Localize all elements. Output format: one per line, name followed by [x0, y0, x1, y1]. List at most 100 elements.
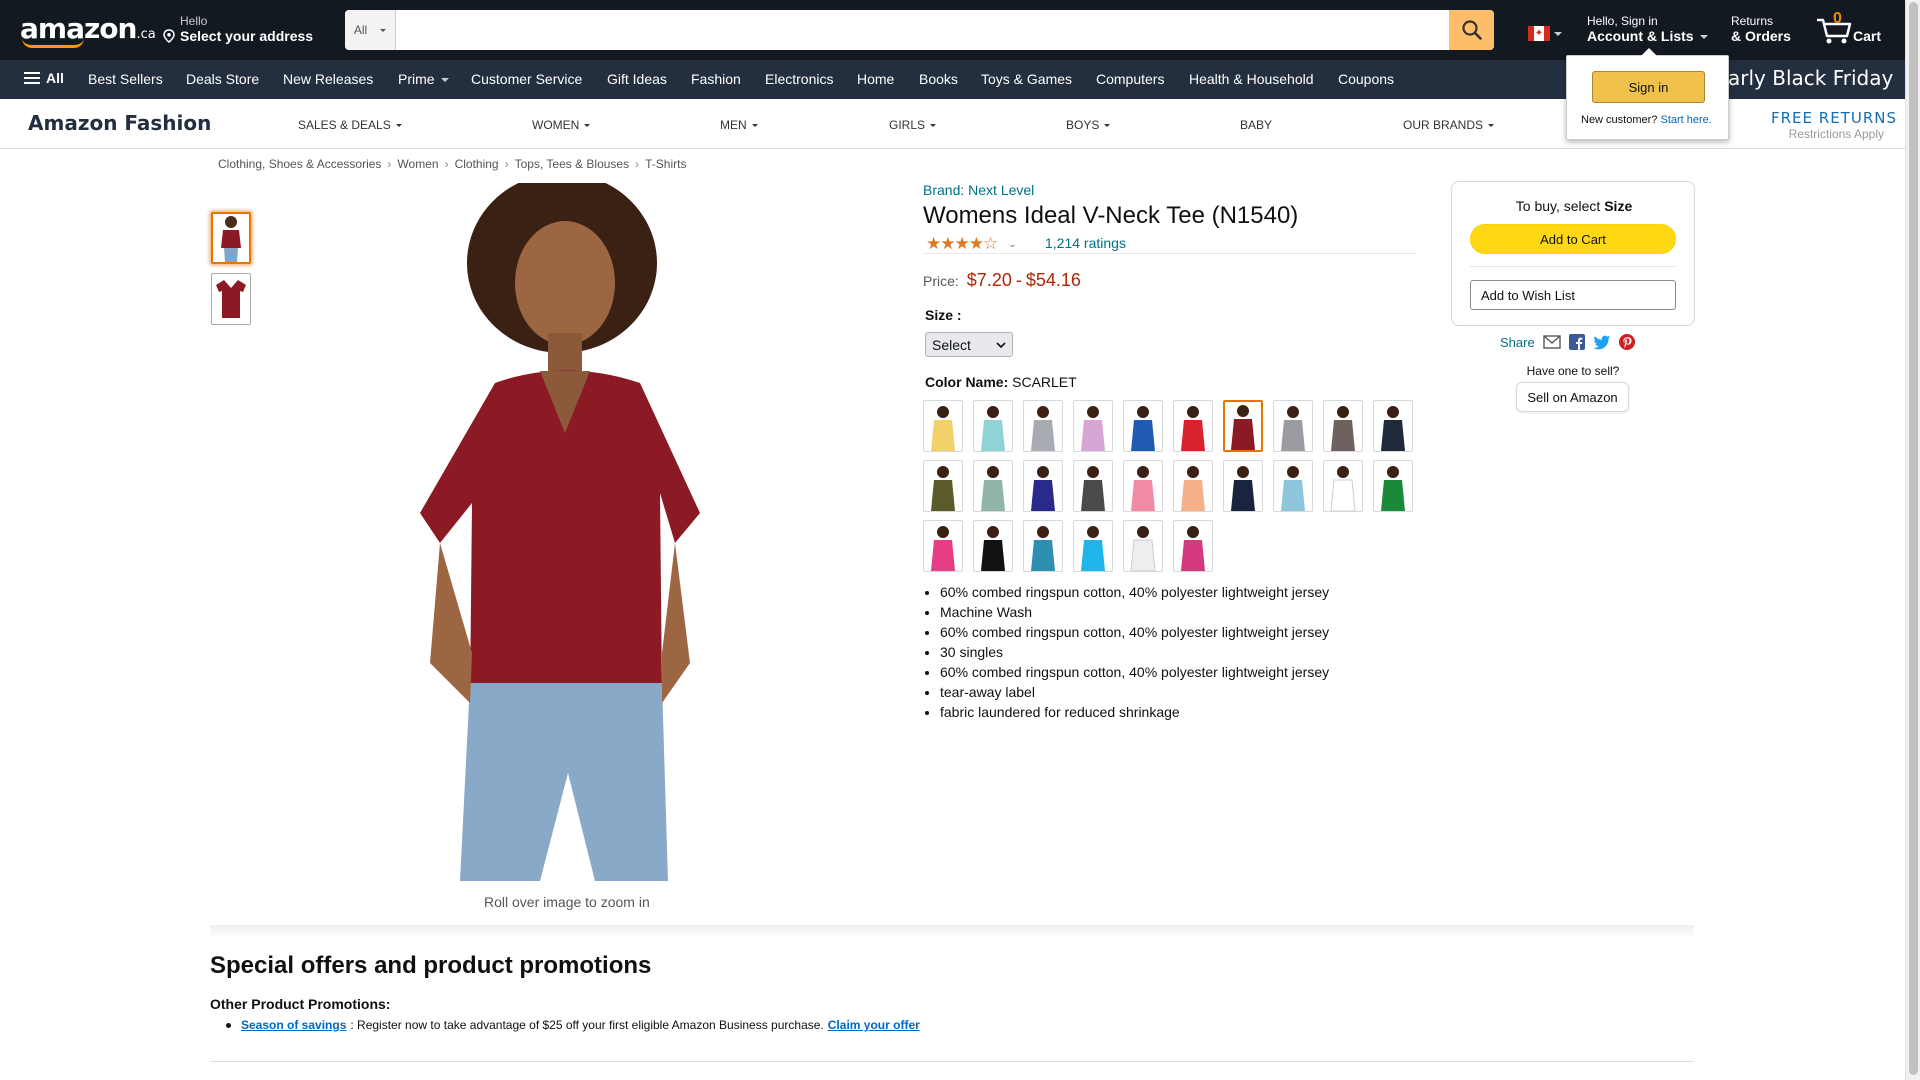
color-swatch[interactable] — [1323, 460, 1363, 512]
vertical-scrollbar[interactable] — [1905, 0, 1920, 1080]
season-of-savings-link[interactable]: Season of savings — [241, 1018, 346, 1032]
color-swatch[interactable] — [923, 400, 963, 452]
breadcrumb-item[interactable]: Women — [397, 157, 438, 171]
stars-icon: ★★★★☆ — [926, 234, 998, 253]
fashion-nav-men[interactable]: MEN — [720, 118, 758, 132]
color-swatch[interactable] — [1023, 520, 1063, 572]
search-category-dropdown[interactable]: All — [345, 10, 396, 50]
facebook-icon[interactable] — [1568, 334, 1585, 350]
color-swatch[interactable] — [1173, 460, 1213, 512]
add-to-wishlist-button[interactable]: Add to Wish List — [1470, 280, 1676, 310]
fashion-nav-sales-deals[interactable]: SALES & DEALS — [298, 118, 402, 132]
nav-item-health-household[interactable]: Health & Household — [1189, 71, 1314, 87]
color-swatch[interactable] — [1123, 520, 1163, 572]
claim-offer-link[interactable]: Claim your offer — [828, 1018, 920, 1032]
search-bar: All — [345, 10, 1494, 50]
fashion-nav-boys[interactable]: BOYS — [1066, 118, 1111, 132]
breadcrumb-item[interactable]: T-Shirts — [645, 157, 686, 171]
signin-button[interactable]: Sign in — [1592, 71, 1705, 103]
color-swatch[interactable] — [923, 520, 963, 572]
color-swatch[interactable] — [1123, 460, 1163, 512]
star-rating[interactable]: ★★★★☆ ⌄ — [926, 234, 1017, 254]
color-swatch[interactable] — [1273, 400, 1313, 452]
color-swatch[interactable] — [973, 520, 1013, 572]
ratings-count-link[interactable]: 1,214 ratings — [1045, 235, 1126, 251]
breadcrumb-item[interactable]: Tops, Tees & Blouses — [515, 157, 630, 171]
fashion-nav-girls[interactable]: GIRLS — [889, 118, 937, 132]
color-swatch[interactable] — [973, 460, 1013, 512]
pinterest-icon[interactable] — [1618, 334, 1635, 350]
nav-item-computers[interactable]: Computers — [1096, 71, 1164, 87]
scrollbar-thumb[interactable] — [1909, 2, 1918, 1075]
size-dropdown[interactable]: Select — [925, 332, 1013, 357]
breadcrumb-item[interactable]: Clothing — [455, 157, 499, 171]
cart-count: 0 — [1833, 10, 1842, 27]
all-menu-button[interactable]: All — [24, 70, 64, 86]
signin-flyout: Sign in New customer? Start here. — [1566, 48, 1729, 140]
bullet-icon — [226, 1022, 231, 1028]
color-swatch[interactable] — [1173, 520, 1213, 572]
swatch-model-image — [1181, 466, 1205, 511]
color-swatch[interactable] — [1123, 400, 1163, 452]
color-swatch[interactable] — [1223, 460, 1263, 512]
breadcrumb: Clothing, Shoes & Accessories › Women › Cl… — [218, 157, 687, 171]
nav-item-toys-games[interactable]: Toys & Games — [981, 71, 1072, 87]
twitter-icon[interactable] — [1593, 335, 1611, 350]
color-swatch[interactable] — [1173, 400, 1213, 452]
free-returns-banner[interactable]: FREE RETURNS Restrictions Apply — [1771, 109, 1896, 141]
nav-item-books[interactable]: Books — [919, 71, 958, 87]
chevron-down-icon — [584, 124, 591, 128]
nav-item-deals-store[interactable]: Deals Store — [186, 71, 259, 87]
color-swatch[interactable] — [1323, 400, 1363, 452]
email-icon[interactable] — [1543, 335, 1561, 349]
thumbnail-shirt[interactable] — [211, 273, 251, 325]
main-product-image[interactable] — [400, 183, 730, 881]
nav-item-gift-ideas[interactable]: Gift Ideas — [607, 71, 667, 87]
sell-on-amazon-button[interactable]: Sell on Amazon — [1516, 382, 1629, 412]
amazon-fashion-logo[interactable]: Amazon Fashion — [28, 111, 211, 135]
chevron-down-icon — [440, 78, 449, 83]
search-input[interactable] — [396, 10, 1449, 50]
color-swatch[interactable] — [1373, 400, 1413, 452]
fashion-nav-women[interactable]: WOMEN — [532, 118, 591, 132]
swatch-model-image — [1130, 526, 1156, 571]
color-swatch[interactable] — [1023, 400, 1063, 452]
account-lists-menu[interactable]: Hello, Sign in Account & Lists — [1587, 14, 1708, 44]
color-swatch[interactable] — [1073, 460, 1113, 512]
color-swatch[interactable] — [923, 460, 963, 512]
color-swatch[interactable] — [1073, 520, 1113, 572]
promo-banner[interactable]: arly Black Friday — [1728, 66, 1893, 90]
nav-item-best-sellers[interactable]: Best Sellers — [88, 71, 163, 87]
fashion-nav-baby[interactable]: BABY — [1240, 118, 1272, 132]
swatch-model-image — [1131, 406, 1155, 451]
nav-item-coupons[interactable]: Coupons — [1338, 71, 1394, 87]
thumbnail-model[interactable] — [211, 212, 251, 264]
nav-item-home[interactable]: Home — [857, 71, 894, 87]
nav-item-prime[interactable]: Prime — [398, 71, 449, 87]
size-label: Size : — [925, 307, 962, 323]
nav-item-new-releases[interactable]: New Releases — [283, 71, 373, 87]
cart-button[interactable]: 0 Cart — [1815, 10, 1895, 50]
returns-orders-link[interactable]: Returns & Orders — [1731, 14, 1791, 44]
start-here-link[interactable]: Start here. — [1660, 114, 1711, 126]
color-swatch[interactable] — [1073, 400, 1113, 452]
breadcrumb-item[interactable]: Clothing, Shoes & Accessories — [218, 157, 381, 171]
color-swatch[interactable] — [973, 400, 1013, 452]
price-low: $7.20 — [966, 270, 1012, 290]
nav-item-fashion[interactable]: Fashion — [691, 71, 741, 87]
share-label[interactable]: Share — [1500, 335, 1535, 350]
color-swatch[interactable] — [1373, 460, 1413, 512]
fashion-nav-our-brands[interactable]: OUR BRANDS — [1403, 118, 1495, 132]
search-button[interactable] — [1449, 10, 1494, 50]
color-swatch[interactable] — [1023, 460, 1063, 512]
color-swatch[interactable] — [1273, 460, 1313, 512]
add-to-cart-button[interactable]: Add to Cart — [1470, 224, 1676, 254]
nav-item-electronics[interactable]: Electronics — [765, 71, 833, 87]
color-swatch[interactable] — [1223, 400, 1263, 452]
nav-item-customer-service[interactable]: Customer Service — [471, 71, 582, 87]
canada-flag-icon[interactable]: ✦ — [1528, 26, 1550, 41]
logo-smile-icon — [22, 38, 84, 48]
brand-link[interactable]: Brand: Next Level — [923, 182, 1034, 198]
to-buy-text: To buy, select Size — [1515, 198, 1633, 214]
address-selector[interactable]: Hello Select your address — [162, 14, 313, 44]
